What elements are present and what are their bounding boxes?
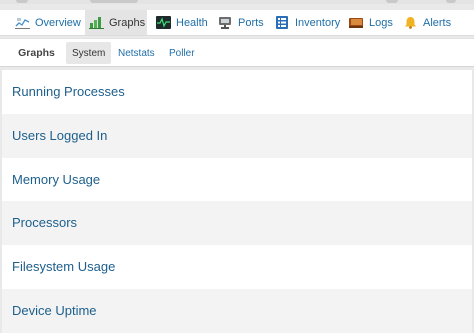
section-title[interactable]: Running Processes [12,84,125,100]
ports-network-icon [218,16,233,29]
graphs-sub-nav: Graphs System Netstats Poller [0,38,474,67]
main-tab-bar: Overview Graphs Health Ports Inventory L… [0,10,474,36]
subtab-netstats[interactable]: Netstats [112,42,161,64]
strip-mark [386,0,398,3]
subtab-poller[interactable]: Poller [163,42,201,64]
alerts-bell-icon [403,16,418,29]
health-monitor-icon [156,16,171,29]
tab-inventory[interactable]: Inventory [271,10,341,35]
tab-health[interactable]: Health [152,10,212,35]
tab-label: Alerts [423,16,452,29]
sub-nav-title: Graphs [18,46,55,59]
section-title[interactable]: Processors [12,215,77,231]
section-title[interactable]: Memory Usage [12,172,100,188]
subtab-system[interactable]: System [66,42,112,64]
graph-section-memory-usage[interactable]: Memory Usage [2,158,472,202]
tab-label: Logs [369,16,393,29]
graph-section-device-uptime[interactable]: Device Uptime [2,289,472,333]
inventory-list-icon [275,16,290,29]
tab-alerts[interactable]: Alerts [399,10,457,35]
top-scroll-strip [0,0,474,4]
tab-label: Overview [35,16,81,29]
section-title[interactable]: Filesystem Usage [12,259,115,275]
graph-section-processors[interactable]: Processors [2,201,472,245]
tab-label: Inventory [295,16,341,29]
strip-mark [90,0,138,3]
graph-section-filesystem-usage[interactable]: Filesystem Usage [2,245,472,289]
graph-sections-panel: Running Processes Users Logged In Memory… [2,70,472,333]
tab-ports[interactable]: Ports [214,10,266,35]
tab-logs[interactable]: Logs [345,10,395,35]
strip-mark [446,0,456,3]
tab-label: Health [176,16,208,29]
section-title[interactable]: Device Uptime [12,303,97,319]
overview-chart-icon [15,16,30,29]
section-title[interactable]: Users Logged In [12,128,107,144]
graphs-bar-icon [89,16,104,29]
logs-book-icon [349,16,364,29]
tab-graphs[interactable]: Graphs [85,10,147,35]
graph-section-users-logged-in[interactable]: Users Logged In [2,114,472,158]
strip-mark [16,0,28,3]
tab-label: Graphs [109,16,146,29]
tab-overview[interactable]: Overview [11,10,82,35]
tab-label: Ports [238,16,264,29]
graph-section-running-processes[interactable]: Running Processes [2,70,472,114]
